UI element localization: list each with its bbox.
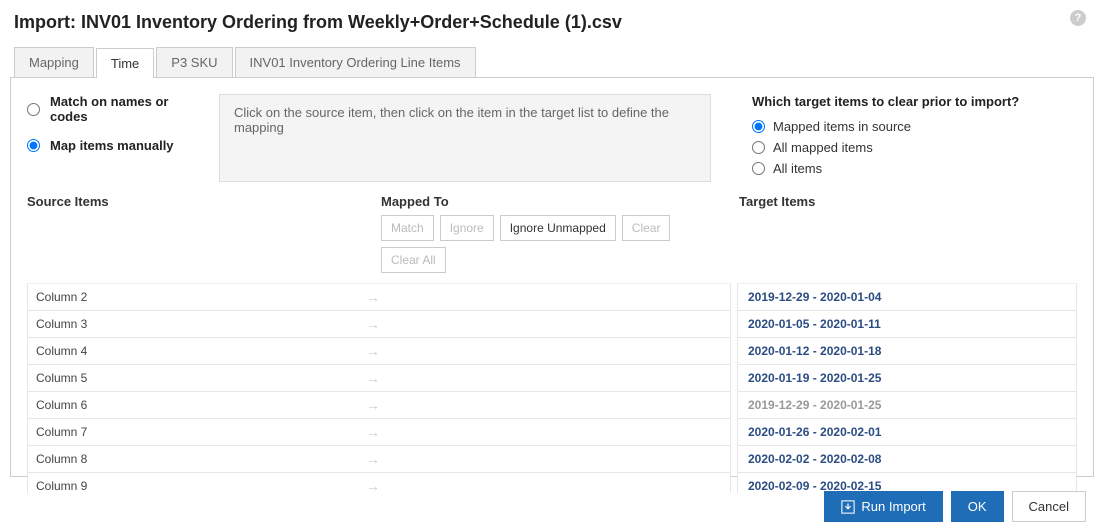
help-icon[interactable]: ? [1070,10,1086,26]
arrow-right-icon: → [366,343,380,359]
mode-manual-option[interactable]: Map items manually [27,138,203,153]
mapped-button-row-2: Clear All [381,247,733,273]
target-item[interactable]: 2020-02-09 - 2020-02-15 [737,473,1077,493]
target-box: 2019-12-29 - 2020-01-04 2020-01-05 - 202… [737,283,1077,493]
arrow-right-icon: → [366,289,380,305]
source-item[interactable]: Column 4 → [27,338,731,365]
source-scroll[interactable]: Column 2 → Column 3 → Column 4 → Column … [27,283,731,493]
clear-opt-all-items[interactable]: All items [752,161,1077,176]
clear-options-group: Which target items to clear prior to imp… [727,94,1077,182]
clear-opt-all-items-radio[interactable] [752,162,765,175]
clear-all-button[interactable]: Clear All [381,247,446,273]
headers-row: Source Items Mapped To Match Ignore Igno… [27,194,1077,279]
mode-match-option[interactable]: Match on names or codes [27,94,203,124]
clear-opt-mapped-source[interactable]: Mapped items in source [752,119,1077,134]
source-item-label: Column 7 [36,425,366,439]
mode-manual-label: Map items manually [50,138,174,153]
tab-mapping[interactable]: Mapping [14,47,94,77]
arrow-right-icon: → [366,397,380,413]
target-item[interactable]: 2020-02-02 - 2020-02-08 [737,446,1077,473]
ignore-button[interactable]: Ignore [440,215,494,241]
source-item[interactable]: Column 9 → [27,473,731,493]
clear-opt-all-mapped[interactable]: All mapped items [752,140,1077,155]
target-header: Target Items [733,194,1077,279]
mapped-block: Mapped To Match Ignore Ignore Unmapped C… [381,194,733,279]
ignore-unmapped-button[interactable]: Ignore Unmapped [500,215,616,241]
top-row: Match on names or codes Map items manual… [27,94,1077,182]
source-item[interactable]: Column 8 → [27,446,731,473]
match-button[interactable]: Match [381,215,434,241]
mode-manual-radio[interactable] [27,139,40,152]
target-item[interactable]: 2020-01-19 - 2020-01-25 [737,365,1077,392]
page-title: Import: INV01 Inventory Ordering from We… [0,0,1104,47]
run-import-button[interactable]: Run Import [824,491,942,522]
source-item-label: Column 9 [36,479,366,493]
clear-button[interactable]: Clear [622,215,671,241]
tabs: Mapping Time P3 SKU INV01 Inventory Orde… [0,47,1104,77]
clear-opt-mapped-source-label: Mapped items in source [773,119,911,134]
footer: Run Import OK Cancel [824,491,1086,522]
source-item-label: Column 2 [36,290,366,304]
source-box: Column 2 → Column 3 → Column 4 → Column … [27,283,731,493]
clear-opt-mapped-source-radio[interactable] [752,120,765,133]
mapped-button-row-1: Match Ignore Ignore Unmapped Clear [381,215,733,241]
source-item-label: Column 4 [36,344,366,358]
source-item[interactable]: Column 5 → [27,365,731,392]
arrow-right-icon: → [366,424,380,440]
source-item-label: Column 5 [36,371,366,385]
mapping-mode-group: Match on names or codes Map items manual… [27,94,203,182]
arrow-right-icon: → [366,316,380,332]
ok-button[interactable]: OK [951,491,1004,522]
mode-match-label: Match on names or codes [50,94,203,124]
clear-question: Which target items to clear prior to imp… [752,94,1077,109]
clear-opt-all-mapped-radio[interactable] [752,141,765,154]
import-icon [841,500,855,514]
source-item[interactable]: Column 7 → [27,419,731,446]
source-header: Source Items [27,194,381,279]
tab-time[interactable]: Time [96,48,154,78]
tab-line-items[interactable]: INV01 Inventory Ordering Line Items [235,47,476,77]
source-item-label: Column 8 [36,452,366,466]
source-item[interactable]: Column 3 → [27,311,731,338]
tab-p3-sku[interactable]: P3 SKU [156,47,232,77]
cancel-button[interactable]: Cancel [1012,491,1086,522]
clear-opt-all-items-label: All items [773,161,822,176]
lists-row: Column 2 → Column 3 → Column 4 → Column … [27,283,1077,493]
target-item[interactable]: 2020-01-26 - 2020-02-01 [737,419,1077,446]
mapped-header: Mapped To [381,194,733,209]
target-scroll[interactable]: 2019-12-29 - 2020-01-04 2020-01-05 - 202… [737,283,1077,493]
target-item[interactable]: 2020-01-05 - 2020-01-11 [737,311,1077,338]
mode-match-radio[interactable] [27,103,40,116]
arrow-right-icon: → [366,451,380,467]
source-item[interactable]: Column 6 → [27,392,731,419]
source-item-label: Column 6 [36,398,366,412]
target-item[interactable]: 2019-12-29 - 2020-01-04 [737,284,1077,311]
target-item[interactable]: 2019-12-29 - 2020-01-25 [737,392,1077,419]
tab-panel: Match on names or codes Map items manual… [10,77,1094,477]
source-item[interactable]: Column 2 → [27,284,731,311]
arrow-right-icon: → [366,478,380,493]
arrow-right-icon: → [366,370,380,386]
run-import-label: Run Import [861,499,925,514]
clear-opt-all-mapped-label: All mapped items [773,140,873,155]
target-item[interactable]: 2020-01-12 - 2020-01-18 [737,338,1077,365]
hint-box: Click on the source item, then click on … [219,94,711,182]
source-item-label: Column 3 [36,317,366,331]
